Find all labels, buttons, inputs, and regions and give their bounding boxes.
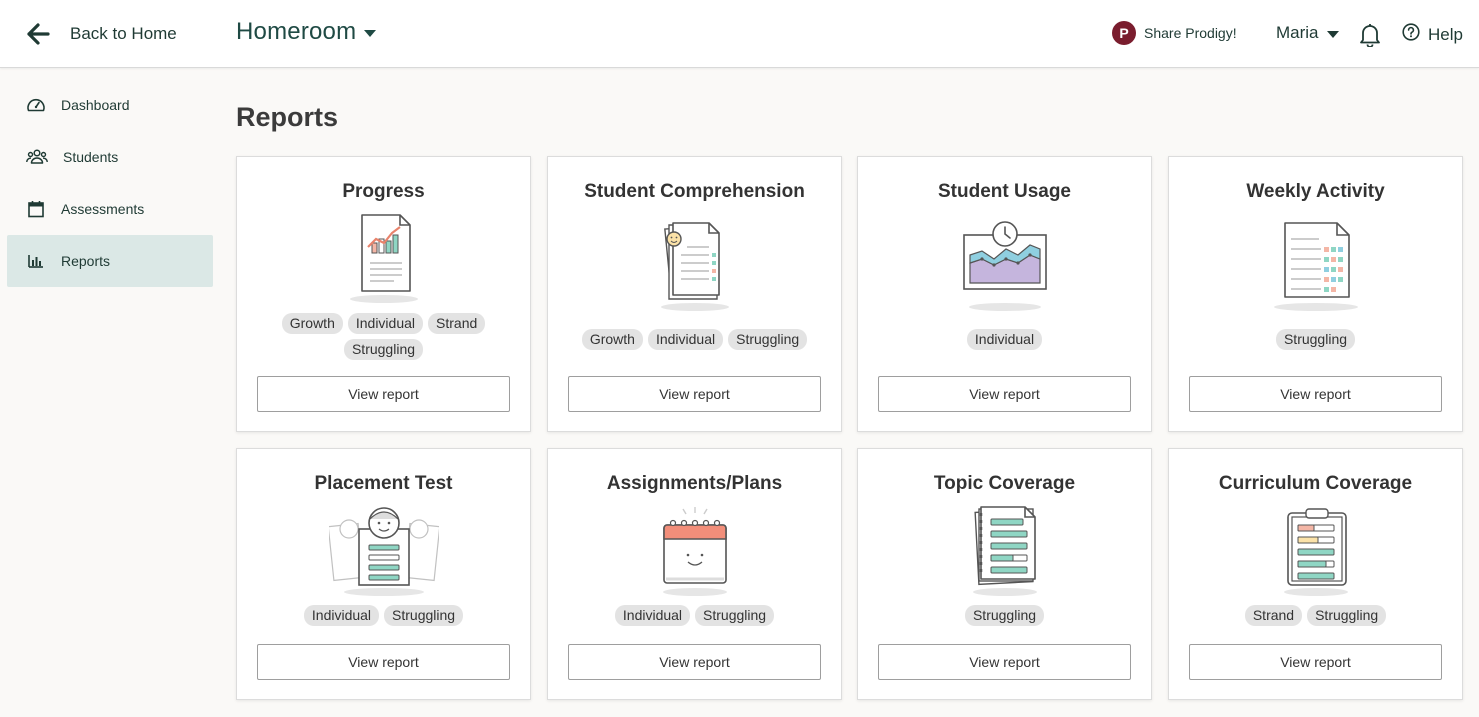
usage-clock-chart-illustration [960,219,1050,318]
bar-chart-icon [26,252,46,270]
sidebar-item-students[interactable]: Students [7,131,213,183]
user-menu-dropdown[interactable]: Maria [1276,23,1339,43]
page-title: Reports [236,102,339,132]
question-circle-icon [1402,23,1420,46]
prodigy-logo-icon: P [1112,21,1136,45]
share-prodigy-label: Share Prodigy! [1144,25,1237,41]
report-card-title: Assignments/Plans [606,473,783,494]
report-card-title: Placement Test [314,473,453,494]
class-name: Homeroom [236,18,357,45]
sidebar-item-assessments[interactable]: Assessments [7,183,213,235]
report-card-assignments-plans: Assignments/Plans Individual Struggling … [547,448,842,700]
share-prodigy-button[interactable]: P Share Prodigy! [1112,21,1237,45]
help-link[interactable]: Help [1402,23,1463,46]
tag-list: Individual Struggling [267,605,500,626]
report-card-title: Student Usage [937,181,1072,202]
view-report-button[interactable]: View report [1189,644,1442,680]
report-card-student-comprehension: Student Comprehension Growth Individual … [547,156,842,432]
view-report-button[interactable]: View report [878,644,1131,680]
report-card-student-usage: Student Usage Individual View report [857,156,1152,432]
sidebar-item-label: Reports [61,253,111,269]
report-card-title: Topic Coverage [933,473,1076,494]
user-name: Maria [1276,23,1319,42]
placement-test-illustration [327,505,440,602]
tag-list: Strand Struggling [1199,605,1432,626]
notebook-illustration [965,505,1045,602]
caret-down-icon [364,29,377,37]
view-report-button[interactable]: View report [1189,376,1442,412]
tag: Individual [647,329,724,350]
sidebar-item-label: Dashboard [61,97,130,113]
class-selector-dropdown[interactable]: Homeroom [236,18,377,46]
tag: Struggling [728,329,808,350]
people-icon [26,148,48,166]
tag: Strand [1244,605,1303,626]
sidebar-item-dashboard[interactable]: Dashboard [7,79,213,131]
tag: Individual [966,329,1043,350]
report-card-title: Curriculum Coverage [1218,473,1413,494]
tag: Individual [347,313,424,334]
caret-down-icon [1326,30,1339,38]
report-card-title: Student Comprehension [584,181,805,202]
tag: Struggling [384,605,464,626]
tag: Individual [303,605,380,626]
notifications-bell-icon[interactable] [1359,23,1381,52]
weekly-activity-document-illustration [1271,219,1361,318]
comprehension-document-illustration [655,219,735,318]
progress-chart-illustration [344,213,424,310]
report-card-curriculum-coverage: Curriculum Coverage Strand Struggling Vi… [1168,448,1463,700]
report-card-placement-test: Placement Test Individual Struggling Vie… [236,448,531,700]
tag: Struggling [343,339,424,360]
sidebar-item-reports[interactable]: Reports [7,235,213,287]
tag: Growth [581,329,643,350]
top-header: Back to Home Homeroom P Share Prodigy! M… [0,0,1479,68]
clipboard-illustration [1276,505,1356,602]
view-report-button[interactable]: View report [257,644,510,680]
tag-list: Individual Struggling [578,605,811,626]
tag-list: Individual [888,329,1121,350]
tag-list: Growth Individual Strand Struggling [267,313,500,360]
view-report-button[interactable]: View report [568,376,821,412]
back-to-home-link[interactable]: Back to Home [26,22,177,46]
tag-list: Struggling [888,605,1121,626]
view-report-button[interactable]: View report [878,376,1131,412]
tag: Growth [281,313,343,334]
arrow-left-icon [26,22,50,46]
tag: Struggling [1307,605,1387,626]
back-to-home-label: Back to Home [70,24,177,43]
tag-list: Struggling [1199,329,1432,350]
report-card-topic-coverage: Topic Coverage Struggling View report [857,448,1152,700]
tag: Strand [428,313,486,334]
sidebar-item-label: Assessments [61,201,145,217]
gauge-icon [26,96,46,114]
calendar-icon [26,200,46,218]
tag-list: Growth Individual Struggling [578,329,811,350]
help-label: Help [1428,24,1463,44]
tag: Individual [614,605,691,626]
tag: Struggling [1275,329,1356,350]
calendar-smile-illustration [655,505,735,602]
report-card-weekly-activity: Weekly Activity Struggling View report [1168,156,1463,432]
sidebar-item-label: Students [63,149,119,165]
report-card-title: Progress [342,181,425,202]
tag: Struggling [695,605,775,626]
report-card-progress: Progress Growth Individual Strand Strugg… [236,156,531,432]
report-card-title: Weekly Activity [1246,181,1385,202]
tag: Struggling [964,605,1045,626]
view-report-button[interactable]: View report [257,376,510,412]
view-report-button[interactable]: View report [568,644,821,680]
